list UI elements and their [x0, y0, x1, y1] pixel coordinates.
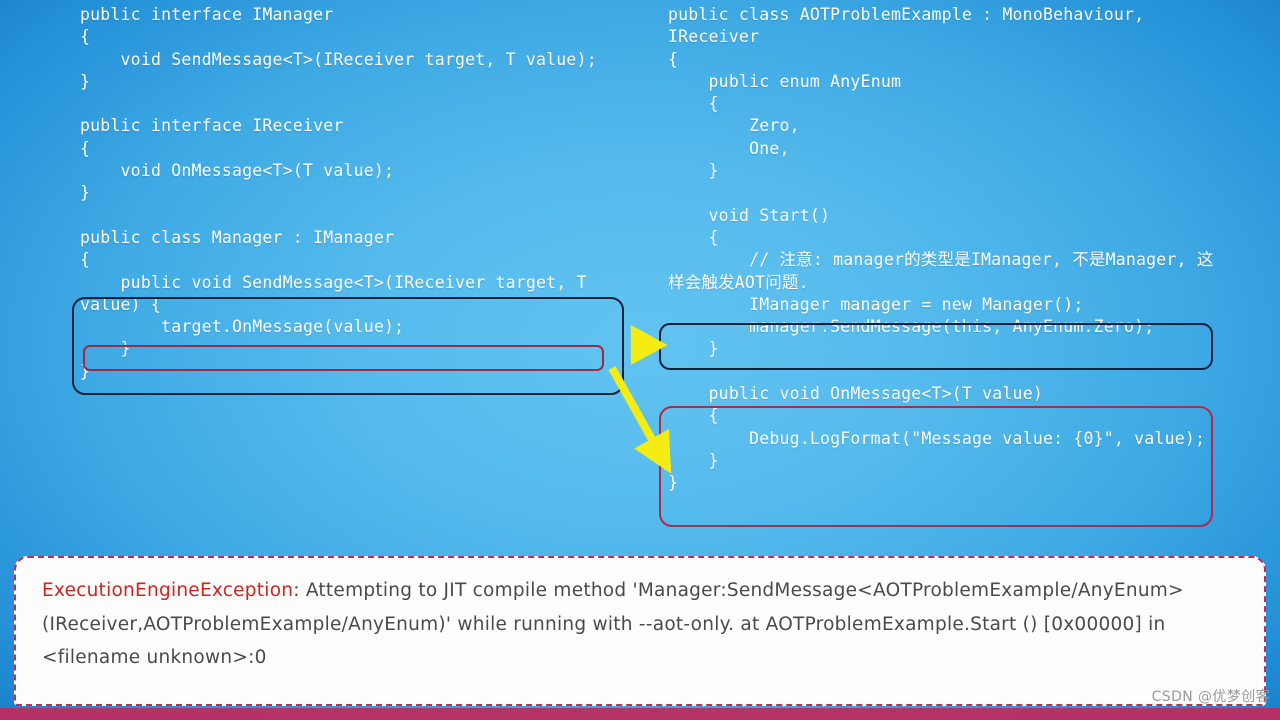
code-right-line-4: Zero, — [668, 116, 800, 136]
code-right-line-15: public void OnMessage<T>(T value) — [668, 384, 1043, 404]
code-left-line-11: { — [80, 250, 91, 270]
code-right-line-12: manager.SendMessage(this, AnyEnum.Zero); — [668, 317, 1155, 337]
code-right-line-11: IManager manager = new Manager(); — [668, 294, 1084, 314]
code-right-line-13: } — [668, 339, 719, 359]
code-left-line-12: public void SendMessage<T>(IReceiver tar… — [80, 272, 597, 314]
code-right-line-1: { — [668, 49, 679, 69]
arrow-impl-to-onmessage — [608, 366, 672, 474]
code-left-line-4 — [80, 93, 620, 115]
code-right-line-8: void Start() — [668, 205, 831, 225]
code-left-line-9 — [80, 205, 620, 227]
code-left-line-1: { — [80, 27, 91, 47]
code-right-line-14 — [668, 361, 1214, 383]
code-right-line-16: { — [668, 406, 719, 426]
code-right-line-0: public class AOTProblemExample : MonoBeh… — [668, 5, 1155, 47]
code-left-line-6: { — [80, 138, 91, 158]
code-right-line-10: // 注意: manager的类型是IManager, 不是Manager, 这… — [668, 250, 1214, 292]
code-block-right: public class AOTProblemExample : MonoBeh… — [668, 4, 1214, 495]
code-right-line-2: public enum AnyEnum — [668, 71, 902, 91]
code-left-line-5: public interface IReceiver — [80, 116, 344, 136]
code-left-line-10: public class Manager : IManager — [80, 227, 395, 247]
code-right-line-17: Debug.LogFormat("Message value: {0}", va… — [668, 428, 1206, 448]
code-right-line-6: } — [668, 161, 719, 181]
code-left-line-15: } — [80, 361, 91, 381]
code-left-line-13: target.OnMessage(value); — [80, 317, 405, 337]
code-left-line-14: } — [80, 339, 131, 359]
code-left-line-2: void SendMessage<T>(IReceiver target, T … — [80, 49, 597, 69]
code-right-line-3: { — [668, 94, 719, 114]
csdn-watermark: CSDN @优梦创客 — [1151, 689, 1270, 705]
code-left-line-0: public interface IManager — [80, 5, 334, 24]
code-left-line-8: } — [80, 183, 91, 203]
code-left-line-7: void OnMessage<T>(T value); — [80, 161, 395, 181]
code-right-line-5: One, — [668, 138, 790, 158]
bottom-accent-band — [0, 708, 1280, 720]
exception-type-label: ExecutionEngineException — [42, 580, 294, 601]
code-block-left: public interface IManager { void SendMess… — [80, 4, 620, 383]
slide-canvas: public interface IManager { void SendMess… — [0, 0, 1280, 720]
code-right-line-18: } — [668, 450, 719, 470]
code-left-line-3: } — [80, 71, 91, 91]
code-right-line-9: { — [668, 227, 719, 247]
error-console-panel[interactable]: ExecutionEngineException: Attempting to … — [14, 556, 1266, 706]
code-right-line-19: } — [668, 473, 679, 493]
code-right-line-7 — [668, 182, 1214, 204]
